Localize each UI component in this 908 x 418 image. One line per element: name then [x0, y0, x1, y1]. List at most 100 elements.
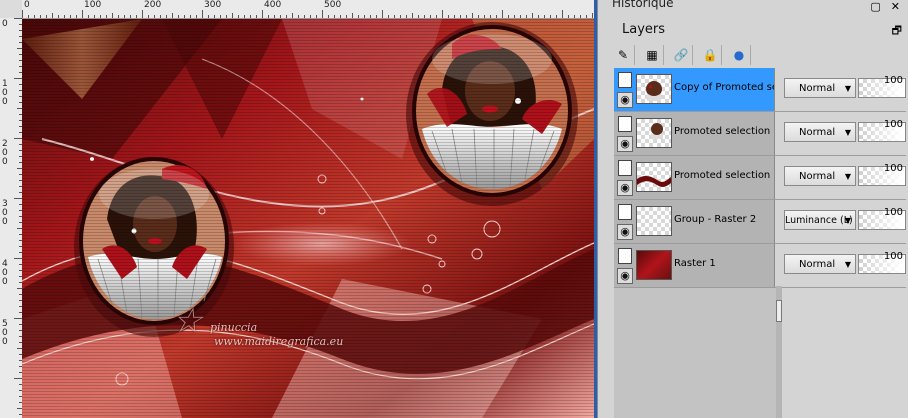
eye-icon[interactable]: ◉	[617, 136, 633, 152]
ruler-tick	[328, 15, 329, 18]
ruler-tick	[346, 15, 347, 18]
opacity-slider[interactable]: 100	[858, 251, 906, 274]
ruler-tick	[496, 15, 497, 18]
chevron-down-icon: ▼	[844, 216, 851, 225]
chevron-down-icon: ▼	[844, 128, 851, 137]
eye-icon[interactable]: ◉	[617, 92, 633, 108]
ruler-tick	[280, 15, 281, 18]
ruler-tick	[592, 13, 593, 18]
layer-row-left[interactable]: ◉ Copy of Promoted selection	[614, 68, 775, 111]
splitter-handle[interactable]	[776, 300, 782, 322]
canvas-scroll-edge[interactable]	[594, 0, 597, 418]
ruler-tick	[580, 15, 581, 18]
layer-row[interactable]: ◉ Promoted selection Normal ▼ 100	[614, 156, 906, 200]
watermark-url: www.maidiregrafica.eu	[214, 335, 344, 348]
ruler-tick	[466, 15, 467, 18]
eye-icon[interactable]: ◉	[617, 224, 633, 240]
layer-row-left[interactable]: ◉ Promoted selection 1	[614, 112, 775, 155]
layer-name: Copy of Promoted selection	[674, 82, 774, 93]
lock-icon[interactable]: 🔒	[699, 45, 722, 65]
image-canvas[interactable]: ☆ pinuccia www.maidiregrafica.eu	[22, 19, 594, 418]
opacity-slider[interactable]: 100	[858, 163, 906, 186]
layer-thumbnail	[636, 206, 672, 236]
mask-icon[interactable]: ▦	[641, 45, 664, 65]
ruler-tick	[316, 15, 317, 18]
ruler-tick	[14, 258, 22, 259]
ruler-tick	[268, 15, 269, 18]
ruler-tick	[40, 15, 41, 18]
link-icon[interactable]: 🔗	[670, 45, 693, 65]
restore-icon[interactable]: 🗗	[892, 22, 902, 41]
ruler-tick	[14, 138, 22, 139]
layer-type-icon	[618, 248, 632, 264]
layer-row-left[interactable]: ◉ Group - Raster 2	[614, 200, 775, 243]
layer-props: Normal ▼ 100	[782, 156, 906, 199]
ruler-tick	[322, 10, 323, 18]
eye-icon[interactable]: ◉	[617, 268, 633, 284]
ruler-tick	[14, 18, 22, 19]
ruler-tick	[142, 10, 143, 18]
close-icon[interactable]: ✕	[891, 0, 900, 13]
layer-row-left[interactable]: ◉ Promoted selection	[614, 156, 775, 199]
ruler-tick	[88, 15, 89, 18]
edit-layer-icon[interactable]: ✎	[612, 45, 635, 65]
layers-toolbar: ✎ ▦ 🔗 🔒 ●	[612, 44, 751, 66]
ruler-tick	[220, 15, 221, 18]
ruler-label: 200	[2, 139, 8, 167]
layer-color-icon[interactable]: ●	[728, 45, 751, 65]
ruler-tick	[118, 15, 119, 18]
layer-name: Group - Raster 2	[674, 214, 757, 225]
blend-mode-select[interactable]: Normal ▼	[784, 122, 856, 142]
blend-mode-select[interactable]: Normal ▼	[784, 166, 856, 186]
canvas-window: 0 100 200 300 400 500 0 100 200 300 400 500	[0, 0, 598, 418]
eye-icon[interactable]: ◉	[617, 180, 633, 196]
historique-title: Historique	[612, 0, 674, 10]
ruler-tick	[232, 13, 233, 18]
ruler-tick	[148, 15, 149, 18]
ruler-tick	[568, 15, 569, 18]
ruler-tick	[154, 15, 155, 18]
layer-type-icon	[618, 72, 632, 88]
opacity-slider[interactable]: 100	[858, 207, 906, 230]
blend-mode-value: Normal	[799, 171, 836, 182]
ruler-label: 200	[144, 0, 162, 10]
ruler-tick	[256, 15, 257, 18]
layer-row[interactable]: ◉ Promoted selection 1 Normal ▼ 100	[614, 112, 906, 156]
layer-visibility: ◉	[616, 160, 633, 196]
blend-mode-select[interactable]: Normal ▼	[784, 78, 856, 98]
opacity-value: 100	[883, 119, 903, 130]
blend-mode-select[interactable]: Normal ▼	[784, 254, 856, 274]
ruler-tick	[172, 13, 173, 18]
layer-name: Raster 1	[674, 258, 716, 269]
chevron-down-icon: ▼	[844, 260, 851, 269]
blend-mode-value: Luminance (L)	[785, 215, 853, 226]
layer-row[interactable]: ◉ Raster 1 Normal ▼ 100	[614, 244, 906, 288]
maximize-icon[interactable]: ▢	[870, 0, 880, 13]
ruler-tick	[262, 10, 263, 18]
opacity-slider[interactable]: 100	[858, 119, 906, 142]
opacity-value: 100	[883, 251, 903, 262]
layer-row[interactable]: ◉ Copy of Promoted selection Normal ▼ 100	[614, 68, 906, 112]
ruler-label: 400	[264, 0, 282, 10]
ruler-tick	[250, 15, 251, 18]
layer-row-left[interactable]: ◉ Raster 1	[614, 244, 775, 287]
ruler-tick	[82, 10, 83, 18]
layer-row[interactable]: ◉ Group - Raster 2 Luminance (L) ▼ 100	[614, 200, 906, 244]
watermark-name: pinuccia	[210, 321, 258, 334]
opacity-value: 100	[883, 75, 903, 86]
ruler-tick	[430, 15, 431, 18]
ruler-tick	[376, 15, 377, 18]
ruler-tick	[424, 15, 425, 18]
blend-mode-value: Normal	[799, 259, 836, 270]
ruler-tick	[22, 10, 23, 18]
layer-visibility: ◉	[616, 248, 633, 284]
historique-controls: ▢ ✕	[870, 0, 900, 13]
ruler-tick	[526, 15, 527, 18]
blend-mode-select[interactable]: Luminance (L) ▼	[784, 210, 856, 230]
ruler-tick	[370, 15, 371, 18]
ruler-tick	[184, 15, 185, 18]
ruler-tick	[352, 13, 353, 18]
opacity-slider[interactable]: 100	[858, 75, 906, 98]
ruler-label: 100	[84, 0, 102, 10]
ruler-label: 0	[2, 19, 8, 29]
